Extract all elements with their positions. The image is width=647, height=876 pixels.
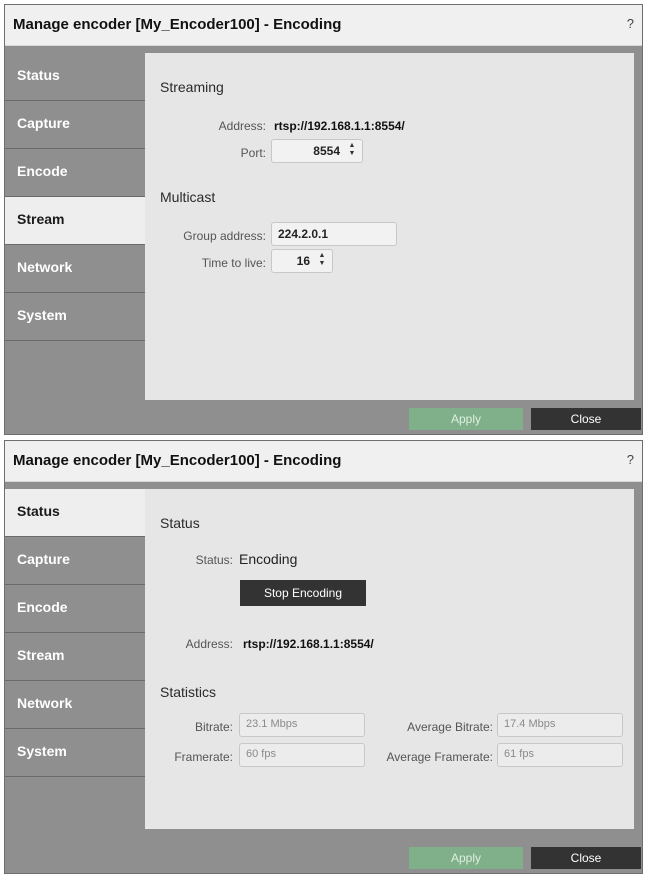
close-button[interactable]: Close (531, 408, 641, 430)
tab-network[interactable]: Network (5, 245, 145, 293)
statistics-section-title: Statistics (160, 684, 217, 700)
streaming-section-title: Streaming (160, 79, 224, 95)
tab-label: System (17, 307, 67, 323)
tab-status[interactable]: Status (5, 53, 145, 101)
status-label: Status: (195, 553, 233, 567)
tab-label: Network (17, 695, 73, 711)
tab-capture[interactable]: Capture (5, 101, 145, 149)
bitrate-label: Bitrate: (194, 720, 233, 734)
framerate-label: Framerate: (174, 750, 233, 764)
framerate-field: 60 fps (239, 743, 365, 767)
dialog-titlebar: Manage encoder [My_Encoder100] - Encodin… (5, 441, 642, 482)
encoder-dialog-status: Manage encoder [My_Encoder100] - Encodin… (4, 440, 643, 874)
tab-label: Stream (17, 211, 65, 227)
multicast-section-title: Multicast (160, 189, 216, 205)
tab-label: Status (17, 503, 60, 519)
stop-encoding-button[interactable]: Stop Encoding (240, 580, 366, 606)
tab-label: System (17, 743, 67, 759)
apply-button[interactable]: Apply (409, 847, 523, 869)
sidebar-tabs: Status Capture Encode Stream Network Sys… (5, 489, 145, 777)
group-address-label: Group address: (183, 229, 266, 243)
average-framerate-field: 61 fps (497, 743, 623, 767)
status-section-title: Status (160, 515, 200, 531)
dialog-title: Manage encoder [My_Encoder100] - Encodin… (13, 452, 342, 469)
spinner-arrows-icon[interactable]: ▲ ▼ (317, 252, 327, 268)
address-label: Address: (185, 637, 233, 651)
average-bitrate-field: 17.4 Mbps (497, 713, 623, 737)
tab-stream[interactable]: Stream (5, 197, 145, 245)
tab-label: Capture (17, 551, 70, 567)
dialog-title: Manage encoder [My_Encoder100] - Encodin… (13, 16, 342, 33)
help-icon[interactable]: ? (627, 452, 634, 467)
time-to-live-stepper[interactable]: 16 ▲ ▼ (271, 249, 333, 273)
port-label: Port: (240, 146, 266, 160)
status-panel: Status Status: Encoding Stop Encoding Ad… (145, 489, 634, 829)
sidebar-tabs: Status Capture Encode Stream Network Sys… (5, 53, 145, 341)
average-framerate-label: Average Framerate: (386, 750, 494, 764)
address-value: rtsp://192.168.1.1:8554/ (274, 119, 405, 133)
tab-label: Capture (17, 115, 70, 131)
port-stepper[interactable]: 8554 ▲ ▼ (271, 139, 363, 163)
time-to-live-value: 16 (296, 254, 310, 268)
tab-capture[interactable]: Capture (5, 537, 145, 585)
tab-network[interactable]: Network (5, 681, 145, 729)
tab-stream[interactable]: Stream (5, 633, 145, 681)
tab-encode[interactable]: Encode (5, 585, 145, 633)
tab-label: Stream (17, 647, 65, 663)
apply-button[interactable]: Apply (409, 408, 523, 430)
tab-label: Encode (17, 599, 68, 615)
stream-settings-panel: Streaming Address: rtsp://192.168.1.1:85… (145, 53, 634, 400)
status-value: Encoding (239, 551, 298, 567)
tab-label: Network (17, 259, 73, 275)
average-bitrate-label: Average Bitrate: (407, 720, 493, 734)
time-to-live-label: Time to live: (201, 256, 266, 270)
tab-system[interactable]: System (5, 729, 145, 777)
tab-label: Encode (17, 163, 68, 179)
dialog-titlebar: Manage encoder [My_Encoder100] - Encodin… (5, 5, 642, 46)
close-button[interactable]: Close (531, 847, 641, 869)
tab-label: Status (17, 67, 60, 83)
group-address-input[interactable]: 224.2.0.1 (271, 222, 397, 246)
address-label: Address: (218, 119, 266, 133)
tab-encode[interactable]: Encode (5, 149, 145, 197)
encoder-dialog-stream: Manage encoder [My_Encoder100] - Encodin… (4, 4, 643, 435)
tab-status[interactable]: Status (5, 489, 145, 537)
address-value: rtsp://192.168.1.1:8554/ (243, 637, 374, 651)
help-icon[interactable]: ? (627, 16, 634, 31)
spinner-arrows-icon[interactable]: ▲ ▼ (347, 142, 357, 158)
tab-system[interactable]: System (5, 293, 145, 341)
bitrate-field: 23.1 Mbps (239, 713, 365, 737)
port-value: 8554 (313, 144, 340, 158)
